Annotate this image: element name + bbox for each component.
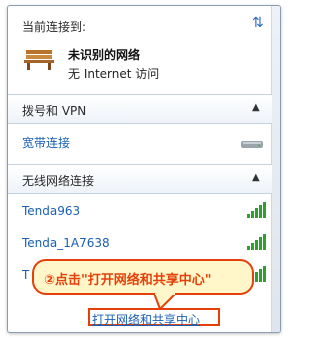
modem-icon — [241, 141, 263, 148]
section-wireless-label: 无线网络连接 — [22, 174, 95, 188]
section-vpn[interactable]: 拨号和 VPN ▲ — [8, 94, 272, 124]
refresh-icon[interactable]: ⇅ — [252, 15, 264, 31]
network-status: 无 Internet 访问 — [68, 67, 160, 81]
wifi-item-tenda963[interactable]: Tenda963 — [22, 204, 80, 218]
signal-strength-icon — [247, 202, 266, 218]
scrollbar[interactable] — [271, 6, 280, 332]
section-vpn-label: 拨号和 VPN — [22, 104, 87, 118]
bench-network-icon — [24, 50, 54, 70]
open-network-sharing-center-link[interactable]: 打开网络和共享中心 — [92, 311, 200, 328]
wifi-item-partial[interactable]: T — [22, 268, 29, 282]
callout-text: ②点击"打开网络和共享中心" — [44, 273, 212, 288]
chevron-up-icon[interactable]: ▲ — [252, 172, 260, 183]
broadband-connection[interactable]: 宽带连接 — [22, 134, 70, 151]
connected-to-title: 当前连接到: — [22, 20, 87, 34]
signal-strength-icon — [247, 234, 266, 250]
section-wireless[interactable]: 无线网络连接 ▲ — [8, 164, 272, 194]
chevron-up-icon[interactable]: ▲ — [252, 102, 260, 113]
network-name: 未识别的网络 — [68, 48, 141, 62]
callout-pointer — [152, 293, 178, 309]
wifi-item-tenda-1a7638[interactable]: Tenda_1A7638 — [22, 236, 110, 250]
instruction-callout: ②点击"打开网络和共享中心" — [32, 259, 254, 295]
